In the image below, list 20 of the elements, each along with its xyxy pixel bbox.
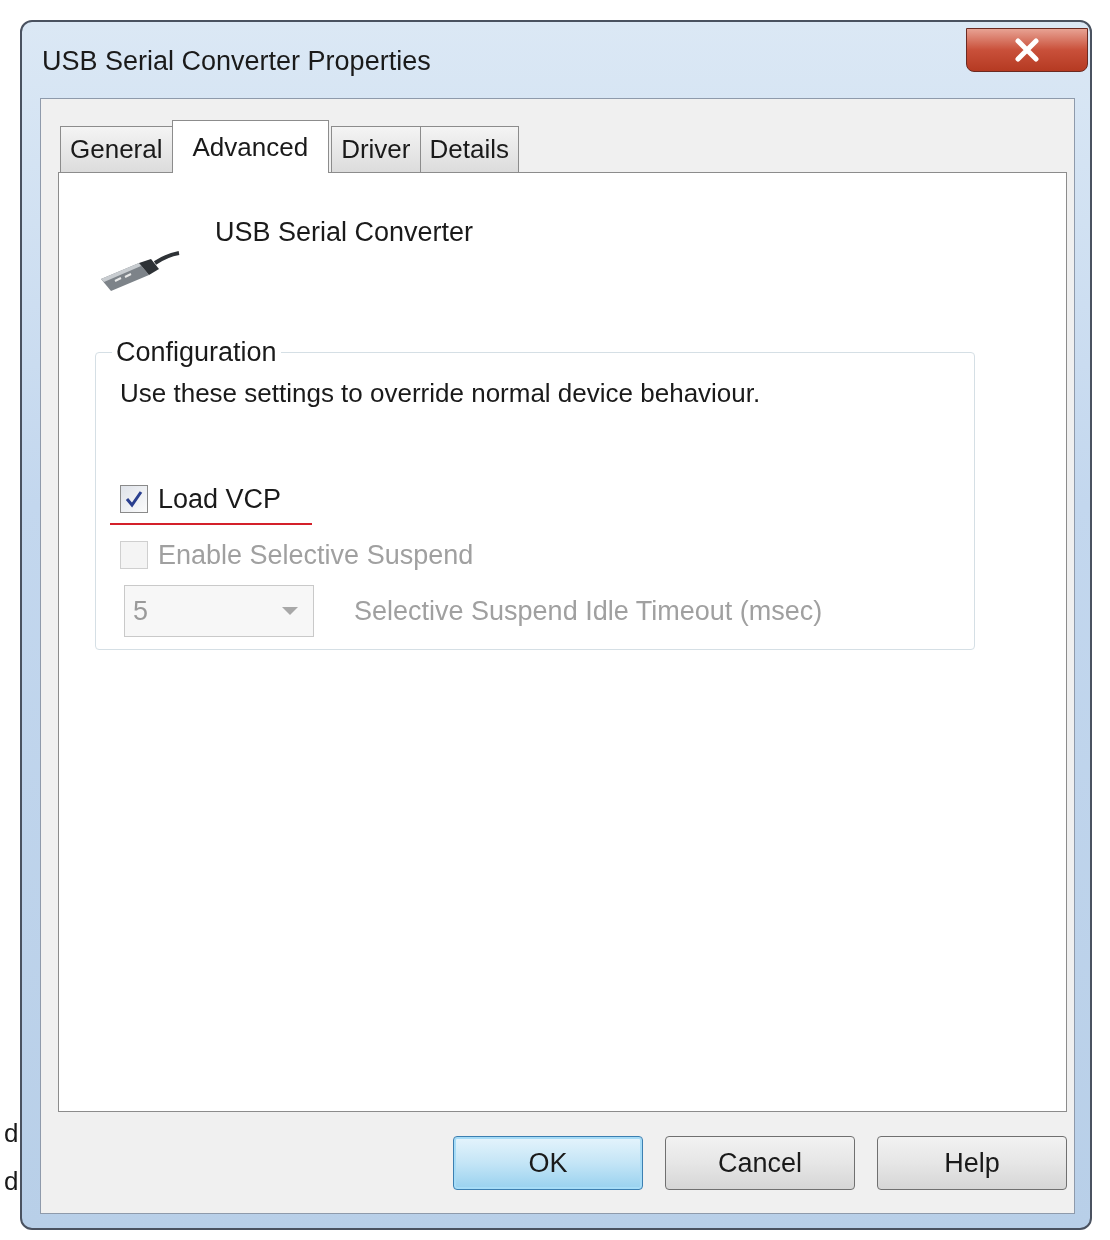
device-name: USB Serial Converter bbox=[215, 217, 474, 248]
checkbox[interactable] bbox=[120, 485, 148, 513]
tab[interactable]: Details bbox=[419, 126, 519, 172]
dialog-button[interactable]: OK bbox=[453, 1136, 643, 1190]
tab[interactable]: Driver bbox=[331, 126, 421, 172]
checkbox-label: Enable Selective Suspend bbox=[158, 539, 474, 571]
checkbox-label: Load VCP bbox=[158, 483, 282, 515]
caret-icon bbox=[281, 606, 299, 616]
group-title: Configuration bbox=[115, 337, 278, 368]
close-icon bbox=[1012, 38, 1042, 62]
dialog-button[interactable]: Cancel bbox=[665, 1136, 855, 1190]
background-text: d bbox=[3, 1165, 20, 1198]
tab[interactable]: Advanced bbox=[171, 120, 330, 173]
dropdown-label: Selective Suspend Idle Timeout (msec) bbox=[354, 595, 823, 627]
background-text: d bbox=[3, 1117, 20, 1150]
dialog-button[interactable]: Help bbox=[877, 1136, 1067, 1190]
description-text: Use these settings to override normal device behaviour. bbox=[120, 378, 762, 409]
close-button[interactable] bbox=[966, 28, 1088, 72]
tab[interactable]: General bbox=[60, 126, 173, 172]
window-title: USB Serial Converter Properties bbox=[42, 46, 431, 77]
